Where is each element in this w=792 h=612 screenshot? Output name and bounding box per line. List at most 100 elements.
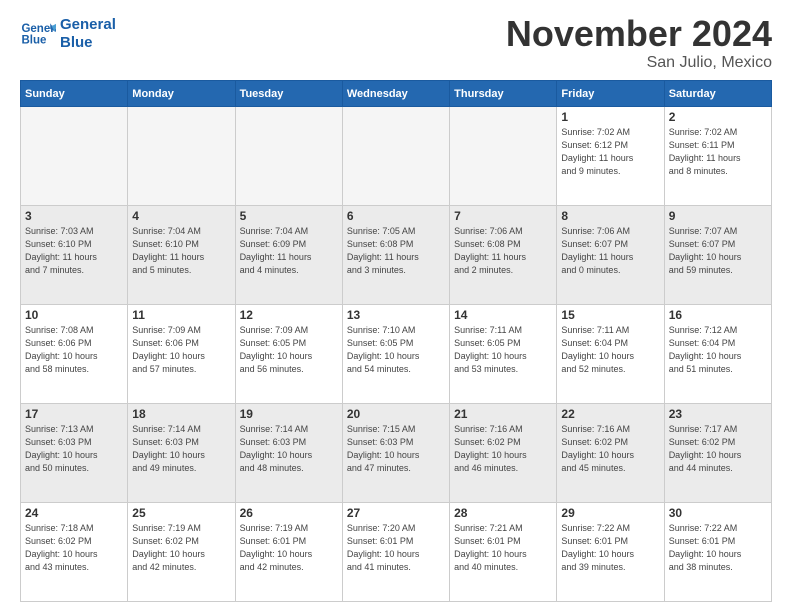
weekday-header-saturday: Saturday: [664, 81, 771, 107]
day-info: Sunrise: 7:02 AM Sunset: 6:12 PM Dayligh…: [561, 126, 659, 178]
day-number: 14: [454, 308, 552, 322]
calendar-cell: 26 Sunrise: 7:19 AM Sunset: 6:01 PM Dayli…: [235, 503, 342, 602]
calendar-cell: 6Sunrise: 7:05 AM Sunset: 6:08 PM Daylig…: [342, 206, 449, 305]
calendar-cell: 10 Sunrise: 7:08 AM Sunset: 6:06 PM Dayli…: [21, 305, 128, 404]
weekday-header-sunday: Sunday: [21, 81, 128, 107]
day-number: 24: [25, 506, 123, 520]
day-info: Sunrise: 7:04 AM Sunset: 6:09 PM Dayligh…: [240, 225, 338, 277]
header: General Blue General Blue November 2024 …: [20, 16, 772, 72]
day-number: 27: [347, 506, 445, 520]
weekday-header-wednesday: Wednesday: [342, 81, 449, 107]
calendar-cell: [235, 107, 342, 206]
day-info: Sunrise: 7:12 AM Sunset: 6:04 PM Dayligh…: [669, 324, 767, 376]
month-title: November 2024: [506, 16, 772, 52]
day-info: Sunrise: 7:14 AM Sunset: 6:03 PM Dayligh…: [132, 423, 230, 475]
day-number: 23: [669, 407, 767, 421]
calendar-cell: 5 Sunrise: 7:04 AM Sunset: 6:09 PM Daylig…: [235, 206, 342, 305]
day-info: Sunrise: 7:14 AM Sunset: 6:03 PM Dayligh…: [240, 423, 338, 475]
calendar-cell: 1 Sunrise: 7:02 AM Sunset: 6:12 PM Daylig…: [557, 107, 664, 206]
day-number: 25: [132, 506, 230, 520]
calendar-week-row: 1 Sunrise: 7:02 AM Sunset: 6:12 PM Daylig…: [21, 107, 772, 206]
calendar-cell: 7 Sunrise: 7:06 AM Sunset: 6:08 PM Daylig…: [450, 206, 557, 305]
day-info: Sunrise: 7:15 AM Sunset: 6:03 PM Dayligh…: [347, 423, 445, 475]
day-number: 21: [454, 407, 552, 421]
calendar-week-row: 24 Sunrise: 7:18 AM Sunset: 6:02 PM Dayli…: [21, 503, 772, 602]
day-info: Sunrise: 7:22 AM Sunset: 6:01 PM Dayligh…: [561, 522, 659, 574]
weekday-header-tuesday: Tuesday: [235, 81, 342, 107]
calendar-cell: 25 Sunrise: 7:19 AM Sunset: 6:02 PM Dayli…: [128, 503, 235, 602]
calendar-cell: 8 Sunrise: 7:06 AM Sunset: 6:07 PM Daylig…: [557, 206, 664, 305]
day-info: Sunrise: 7:18 AM Sunset: 6:02 PM Dayligh…: [25, 522, 123, 574]
calendar-cell: [128, 107, 235, 206]
day-info: Sunrise: 7:16 AM Sunset: 6:02 PM Dayligh…: [561, 423, 659, 475]
day-info: Sunrise: 7:06 AM Sunset: 6:08 PM Dayligh…: [454, 225, 552, 277]
day-number: 10: [25, 308, 123, 322]
day-info: Sunrise: 7:06 AM Sunset: 6:07 PM Dayligh…: [561, 225, 659, 277]
calendar-cell: 29 Sunrise: 7:22 AM Sunset: 6:01 PM Dayli…: [557, 503, 664, 602]
day-number: 1: [561, 110, 659, 124]
day-info: Sunrise: 7:09 AM Sunset: 6:06 PM Dayligh…: [132, 324, 230, 376]
day-info: Sunrise: 7:10 AM Sunset: 6:05 PM Dayligh…: [347, 324, 445, 376]
day-number: 18: [132, 407, 230, 421]
weekday-header-friday: Friday: [557, 81, 664, 107]
day-info: Sunrise: 7:22 AM Sunset: 6:01 PM Dayligh…: [669, 522, 767, 574]
day-info: Sunrise: 7:04 AM Sunset: 6:10 PM Dayligh…: [132, 225, 230, 277]
logo-icon: General Blue: [20, 16, 56, 52]
calendar-cell: [450, 107, 557, 206]
day-info: Sunrise: 7:05 AM Sunset: 6:08 PM Dayligh…: [347, 225, 445, 277]
title-block: November 2024 San Julio, Mexico: [506, 16, 772, 72]
day-number: 22: [561, 407, 659, 421]
calendar-cell: [342, 107, 449, 206]
page: General Blue General Blue November 2024 …: [0, 0, 792, 612]
calendar-cell: 22 Sunrise: 7:16 AM Sunset: 6:02 PM Dayli…: [557, 404, 664, 503]
calendar-table: SundayMondayTuesdayWednesdayThursdayFrid…: [20, 80, 772, 602]
day-number: 26: [240, 506, 338, 520]
day-number: 8: [561, 209, 659, 223]
weekday-header-thursday: Thursday: [450, 81, 557, 107]
day-info: Sunrise: 7:21 AM Sunset: 6:01 PM Dayligh…: [454, 522, 552, 574]
calendar-cell: 18 Sunrise: 7:14 AM Sunset: 6:03 PM Dayli…: [128, 404, 235, 503]
day-number: 29: [561, 506, 659, 520]
day-info: Sunrise: 7:03 AM Sunset: 6:10 PM Dayligh…: [25, 225, 123, 277]
day-number: 5: [240, 209, 338, 223]
day-number: 15: [561, 308, 659, 322]
weekday-header-monday: Monday: [128, 81, 235, 107]
calendar-week-row: 3 Sunrise: 7:03 AM Sunset: 6:10 PM Daylig…: [21, 206, 772, 305]
calendar-cell: 3 Sunrise: 7:03 AM Sunset: 6:10 PM Daylig…: [21, 206, 128, 305]
calendar-cell: 19Sunrise: 7:14 AM Sunset: 6:03 PM Dayli…: [235, 404, 342, 503]
day-info: Sunrise: 7:09 AM Sunset: 6:05 PM Dayligh…: [240, 324, 338, 376]
day-number: 11: [132, 308, 230, 322]
day-info: Sunrise: 7:11 AM Sunset: 6:04 PM Dayligh…: [561, 324, 659, 376]
logo: General Blue General Blue: [20, 16, 116, 52]
day-number: 28: [454, 506, 552, 520]
logo-general: General: [60, 16, 116, 34]
calendar-cell: 16 Sunrise: 7:12 AM Sunset: 6:04 PM Dayli…: [664, 305, 771, 404]
weekday-header-row: SundayMondayTuesdayWednesdayThursdayFrid…: [21, 81, 772, 107]
day-number: 9: [669, 209, 767, 223]
day-info: Sunrise: 7:17 AM Sunset: 6:02 PM Dayligh…: [669, 423, 767, 475]
calendar-week-row: 17Sunrise: 7:13 AM Sunset: 6:03 PM Dayli…: [21, 404, 772, 503]
day-info: Sunrise: 7:07 AM Sunset: 6:07 PM Dayligh…: [669, 225, 767, 277]
calendar-cell: 17Sunrise: 7:13 AM Sunset: 6:03 PM Dayli…: [21, 404, 128, 503]
day-info: Sunrise: 7:19 AM Sunset: 6:02 PM Dayligh…: [132, 522, 230, 574]
calendar-cell: 2Sunrise: 7:02 AM Sunset: 6:11 PM Daylig…: [664, 107, 771, 206]
calendar-cell: 21Sunrise: 7:16 AM Sunset: 6:02 PM Dayli…: [450, 404, 557, 503]
calendar-cell: 4Sunrise: 7:04 AM Sunset: 6:10 PM Daylig…: [128, 206, 235, 305]
logo-blue: Blue: [60, 34, 116, 52]
calendar-cell: 28 Sunrise: 7:21 AM Sunset: 6:01 PM Dayli…: [450, 503, 557, 602]
day-number: 7: [454, 209, 552, 223]
day-info: Sunrise: 7:08 AM Sunset: 6:06 PM Dayligh…: [25, 324, 123, 376]
day-number: 20: [347, 407, 445, 421]
day-number: 16: [669, 308, 767, 322]
day-number: 2: [669, 110, 767, 124]
location: San Julio, Mexico: [506, 54, 772, 72]
day-info: Sunrise: 7:19 AM Sunset: 6:01 PM Dayligh…: [240, 522, 338, 574]
calendar-cell: 12Sunrise: 7:09 AM Sunset: 6:05 PM Dayli…: [235, 305, 342, 404]
day-number: 30: [669, 506, 767, 520]
svg-text:Blue: Blue: [21, 34, 47, 46]
calendar-cell: 23 Sunrise: 7:17 AM Sunset: 6:02 PM Dayli…: [664, 404, 771, 503]
calendar-cell: 11 Sunrise: 7:09 AM Sunset: 6:06 PM Dayli…: [128, 305, 235, 404]
day-info: Sunrise: 7:11 AM Sunset: 6:05 PM Dayligh…: [454, 324, 552, 376]
day-number: 3: [25, 209, 123, 223]
calendar-cell: 27Sunrise: 7:20 AM Sunset: 6:01 PM Dayli…: [342, 503, 449, 602]
